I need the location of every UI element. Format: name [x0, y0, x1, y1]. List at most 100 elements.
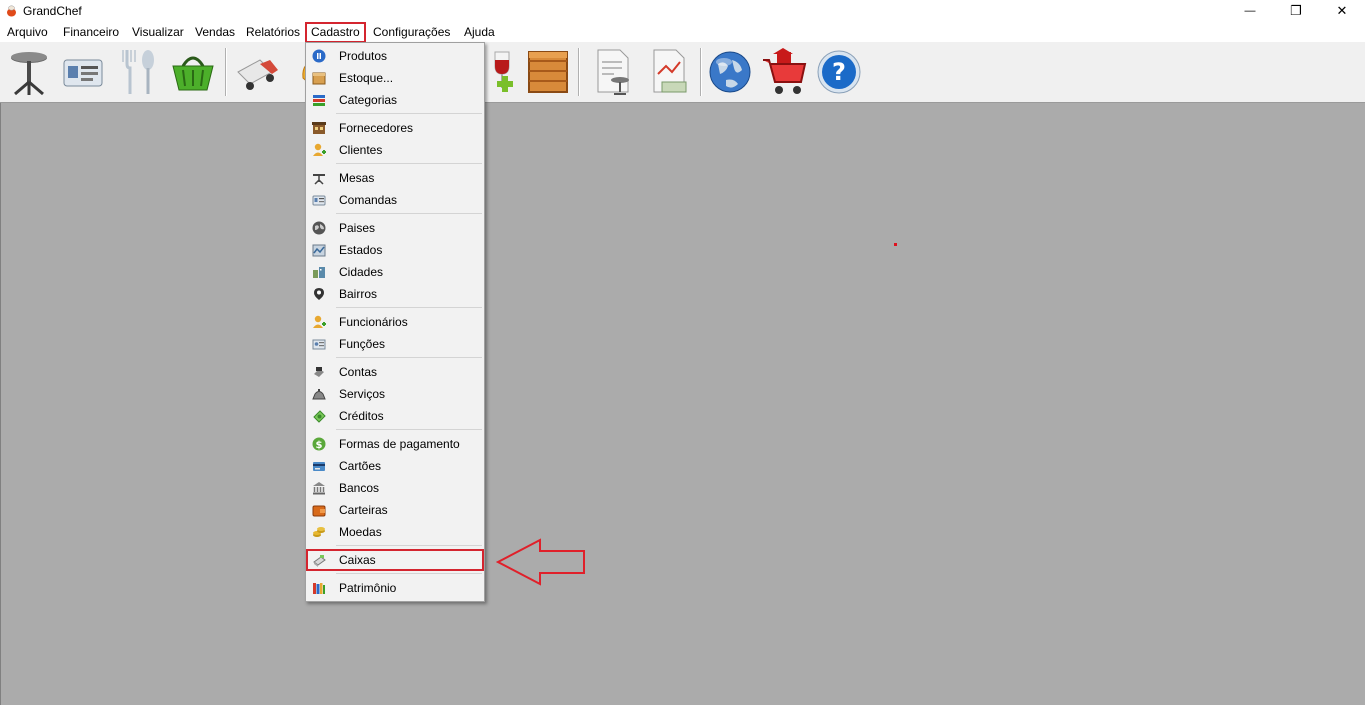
menu-item-label: Serviços — [339, 387, 386, 401]
menu-item-label: Patrimônio — [339, 581, 397, 595]
bairros-icon — [314, 288, 324, 300]
menu-configuracoes[interactable]: Configurações — [372, 24, 451, 41]
menu-item-label: Clientes — [339, 143, 383, 157]
menu-cadastro[interactable]: Cadastro — [305, 22, 366, 43]
report-money-icon — [653, 49, 687, 93]
menu-separator — [336, 213, 482, 214]
menu-item-estados[interactable]: Estados — [306, 239, 484, 261]
menu-vendas[interactable]: Vendas — [194, 24, 236, 41]
menu-item-creditos[interactable]: Créditos — [306, 405, 484, 427]
menu-item-carteiras[interactable]: Carteiras — [306, 499, 484, 521]
estoque-icon — [312, 72, 326, 85]
close-button[interactable]: ✕ — [1319, 0, 1365, 22]
svg-text:?: ? — [832, 58, 846, 86]
restore-icon: ❐ — [1290, 3, 1302, 18]
delivery-truck-icon — [237, 59, 278, 90]
menu-item-label: Formas de pagamento — [339, 437, 460, 451]
title-bar: GrandChef — ❐ ✕ — [0, 0, 1365, 22]
menu-item-caixas[interactable]: Caixas — [306, 549, 484, 571]
menu-item-cidades[interactable]: Cidades — [306, 261, 484, 283]
patrimonio-icon — [313, 583, 325, 594]
toolbar-crate-button[interactable] — [521, 45, 575, 99]
crate-icon — [528, 51, 568, 93]
menu-item-label: Carteiras — [339, 503, 388, 517]
menu-item-categorias[interactable]: Categorias — [306, 89, 484, 111]
toolbar-mesas-button[interactable] — [2, 45, 56, 99]
cartoes-icon — [313, 462, 325, 471]
menu-relatorios[interactable]: Relatórios — [245, 24, 301, 41]
grandchef-app-icon — [7, 5, 16, 17]
menu-visualizar[interactable]: Visualizar — [131, 24, 185, 41]
menu-item-label: Fornecedores — [339, 121, 414, 135]
menu-item-label: Funções — [339, 337, 386, 351]
menu-item-label: Produtos — [339, 49, 388, 63]
creditos-icon — [313, 410, 326, 423]
funcoes-icon — [312, 339, 326, 350]
menu-ajuda[interactable]: Ajuda — [463, 24, 496, 41]
formas-pagamento-icon: $ — [312, 437, 326, 451]
toolbar-report-mesas-button[interactable] — [586, 45, 640, 99]
toolbar-cart-button[interactable] — [757, 45, 811, 99]
cidades-icon — [313, 267, 325, 278]
toolbar-delivery-button[interactable] — [230, 45, 284, 99]
menu-item-paises[interactable]: Paises — [306, 217, 484, 239]
order-cards-icon — [63, 59, 103, 87]
menu-item-label: Bancos — [339, 481, 380, 495]
fornecedores-icon — [312, 122, 326, 134]
toolbar-help-button[interactable]: ? — [812, 45, 866, 99]
menu-item-label: Contas — [339, 365, 378, 379]
menu-item-estoque[interactable]: Estoque... — [306, 67, 484, 89]
moedas-icon — [313, 527, 325, 537]
restore-button[interactable]: ❐ — [1273, 0, 1319, 22]
menu-separator — [336, 357, 482, 358]
menu-item-bancos[interactable]: Bancos — [306, 477, 484, 499]
menu-item-patrimonio[interactable]: Patrimônio — [306, 577, 484, 599]
menu-item-cartoes[interactable]: Cartões — [306, 455, 484, 477]
contas-icon — [314, 367, 324, 377]
funcionarios-icon — [313, 315, 326, 328]
mesas-icon — [313, 174, 325, 185]
toolbar-separator — [578, 48, 580, 96]
menu-item-label: Cidades — [339, 265, 384, 279]
menu-item-produtos[interactable]: Produtos — [306, 45, 484, 67]
carteiras-icon — [312, 505, 326, 517]
menu-separator — [336, 307, 482, 308]
clientes-icon — [313, 143, 326, 156]
menu-item-funcoes[interactable]: Funções — [306, 333, 484, 355]
caixas-icon — [313, 555, 326, 567]
menu-item-label: Mesas — [339, 171, 375, 185]
menu-item-clientes[interactable]: Clientes — [306, 139, 484, 161]
menu-item-funcionarios[interactable]: Funcionários — [306, 311, 484, 333]
menu-item-bairros[interactable]: Bairros — [306, 283, 484, 305]
toolbar: ? — [0, 42, 1365, 103]
shopping-cart-icon — [763, 48, 807, 94]
toolbar-basket-button[interactable] — [166, 45, 220, 99]
svg-text:$: $ — [316, 440, 323, 451]
close-icon: ✕ — [1336, 3, 1348, 18]
menu-item-comandas[interactable]: Comandas — [306, 189, 484, 211]
menu-separator — [336, 113, 482, 114]
toolbar-separator — [225, 48, 227, 96]
toolbar-cutlery-button[interactable] — [112, 45, 166, 99]
annotation-arrow-icon — [496, 538, 585, 586]
menu-item-mesas[interactable]: Mesas — [306, 167, 484, 189]
menu-arquivo[interactable]: Arquivo — [6, 24, 49, 41]
toolbar-globe-button[interactable] — [703, 45, 757, 99]
menu-item-label: Cartões — [339, 459, 382, 473]
table-icon — [11, 52, 47, 96]
menu-item-contas[interactable]: Contas — [306, 361, 484, 383]
menu-item-servicos[interactable]: Serviços — [306, 383, 484, 405]
toolbar-comandas-button[interactable] — [56, 45, 110, 99]
menu-item-fornecedores[interactable]: Fornecedores — [306, 117, 484, 139]
menu-item-formas-de-pagamento[interactable]: $ Formas de pagamento — [306, 433, 484, 455]
toolbar-report-money-button[interactable] — [642, 45, 696, 99]
menu-item-moedas[interactable]: Moedas — [306, 521, 484, 543]
window-title: GrandChef — [23, 4, 82, 18]
minimize-button[interactable]: — — [1227, 0, 1273, 22]
menu-item-label: Estados — [339, 243, 383, 257]
menu-item-label: Funcionários — [339, 315, 408, 329]
menu-financeiro[interactable]: Financeiro — [62, 24, 120, 41]
globe-icon — [709, 51, 751, 93]
mdi-workspace — [0, 103, 1365, 705]
bancos-icon — [313, 482, 325, 495]
